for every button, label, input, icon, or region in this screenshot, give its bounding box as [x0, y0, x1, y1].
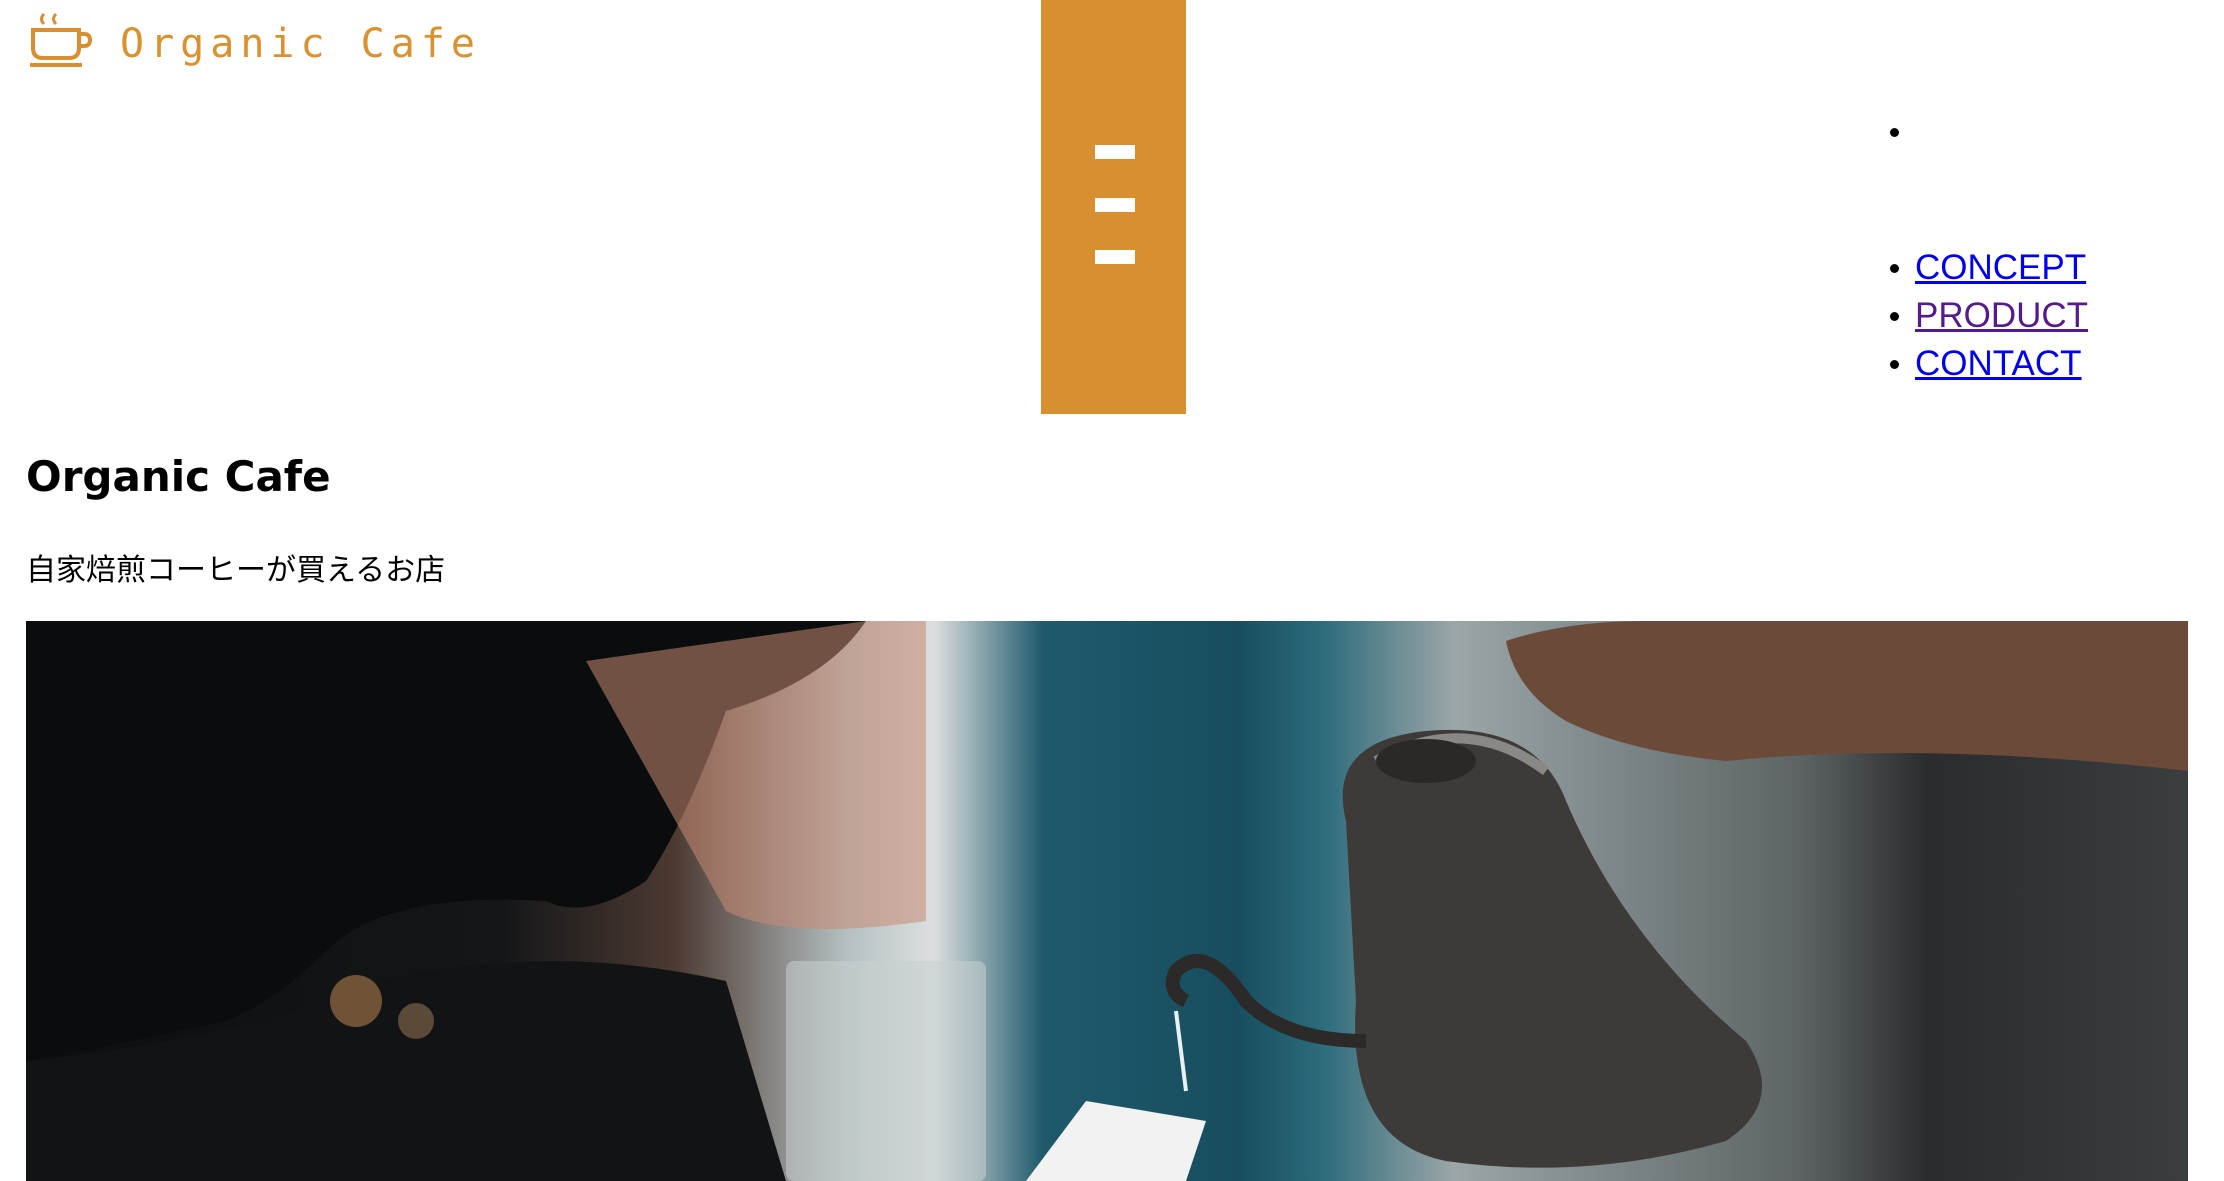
- menu-toggle-button[interactable]: [1041, 0, 1186, 414]
- nav-item-concept: CONCEPT: [1887, 244, 2088, 292]
- nav-link-concept[interactable]: CONCEPT: [1915, 248, 2086, 287]
- nav-link-product[interactable]: PRODUCT: [1915, 296, 2088, 335]
- logo-text: Organic Cafe: [120, 21, 481, 67]
- hero-image: [26, 621, 2188, 1181]
- nav-item-product: PRODUCT: [1887, 292, 2088, 340]
- coffee-cup-icon: [30, 12, 93, 67]
- site-logo[interactable]: Organic Cafe: [28, 12, 481, 70]
- tagline: 自家焙煎コーヒーが買えるお店: [26, 553, 446, 588]
- page-title: Organic Cafe: [26, 452, 331, 501]
- nav-link-contact[interactable]: CONTACT: [1915, 344, 2082, 383]
- main-nav: CONCEPT PRODUCT CONTACT: [1887, 108, 2088, 388]
- nav-item-empty: [1887, 108, 2088, 156]
- nav-item-contact: CONTACT: [1887, 340, 2088, 388]
